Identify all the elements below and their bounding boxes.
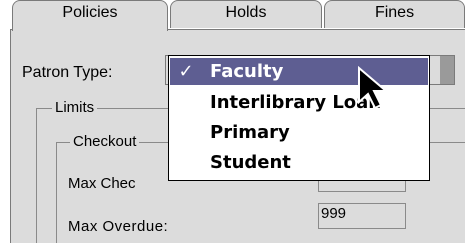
select-arrow-icon[interactable] [440,56,454,84]
max-checkouts-label: Max Chec [68,175,136,192]
max-overdue-field[interactable]: 999 [318,203,406,229]
dropdown-option-student[interactable]: Student [170,149,428,176]
dropdown-option-label: Faculty [210,61,284,82]
window: Policies Holds Fines Patron Type: Limits… [0,0,465,243]
max-overdue-label: Max Overdue: [68,218,169,235]
patron-type-label: Patron Type: [22,64,113,81]
tab-holds[interactable]: Holds [170,0,322,28]
dropdown-option-primary[interactable]: Primary [170,119,428,146]
dropdown-option-label: Primary [210,122,290,143]
dropdown-option-label: Student [210,152,291,173]
tab-policies[interactable]: Policies [12,0,168,31]
mouse-pointer-icon [358,66,389,110]
dropdown-option-label: Interlibrary Loan [210,92,382,113]
checkmark-icon: ✓ [178,61,194,82]
limits-group-title: Limits [52,99,98,116]
checkout-group-title: Checkout [70,133,140,150]
tab-fines[interactable]: Fines [324,0,465,28]
